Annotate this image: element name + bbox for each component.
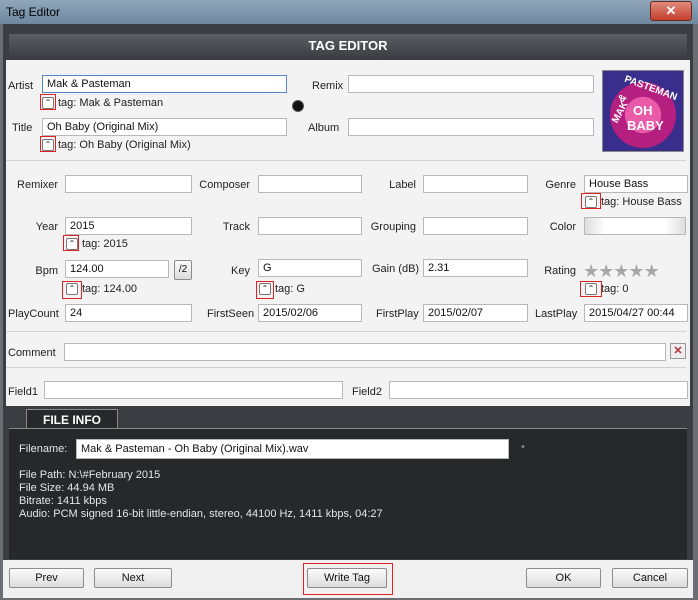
art-text-oh: OH (633, 103, 653, 118)
lastplay-input[interactable]: 2015/04/27 00:44 (584, 304, 688, 322)
bpm-input[interactable]: 124.00 (65, 260, 169, 278)
remixer-label: Remixer (17, 179, 58, 191)
file-audio: Audio: PCM signed 16-bit little-endian, … (19, 508, 383, 520)
bpm-tag-highlight (62, 281, 82, 299)
album-input[interactable] (348, 118, 594, 136)
art-text-baby: BABY (627, 118, 664, 133)
year-tag-highlight (63, 235, 79, 251)
section-divider (6, 160, 686, 161)
star-icon[interactable]: ★ (613, 261, 629, 281)
field1-label: Field1 (8, 386, 38, 398)
next-button[interactable]: Next (94, 568, 172, 588)
year-input[interactable]: 2015 (65, 217, 192, 235)
firstseen-input[interactable]: 2015/02/06 (258, 304, 362, 322)
rating-tag-text: tag: 0 (601, 283, 629, 295)
track-input[interactable] (258, 217, 362, 235)
field2-label: Field2 (352, 386, 382, 398)
label-label: Label (389, 179, 416, 191)
firstplay-input[interactable]: 2015/02/07 (423, 304, 528, 322)
color-picker[interactable] (584, 217, 686, 235)
close-button[interactable]: ✕ (650, 1, 692, 21)
album-label: Album (308, 122, 340, 134)
gain-label: Gain (dB) (372, 263, 420, 275)
remixer-input[interactable] (65, 175, 192, 193)
field1-input[interactable] (44, 381, 343, 399)
key-tag-text: tag: G (275, 283, 305, 295)
rating-stars[interactable]: ★★★★★ (583, 261, 660, 282)
title-tag-text: tag: Oh Baby (Original Mix) (58, 139, 191, 151)
file-info-panel: Filename: Mak & Pasteman - Oh Baby (Orig… (9, 428, 687, 559)
window-titlebar: Tag Editor ✕ (0, 0, 698, 24)
artist-label: Artist (8, 80, 34, 92)
title-tag-highlight (40, 136, 56, 152)
grouping-input[interactable] (423, 217, 528, 235)
artist-tag-highlight (40, 94, 56, 110)
album-artwork[interactable]: MAK & PASTEMAN OH BABY (602, 70, 684, 152)
bpm-half-button[interactable]: /2 (174, 260, 192, 280)
rating-label: Rating (544, 265, 576, 277)
genre-tag-highlight (581, 193, 601, 209)
composer-input[interactable] (258, 175, 362, 193)
file-path: File Path: N:\#February 2015 (19, 469, 161, 481)
write-tag-highlight (303, 563, 393, 595)
bpm-tag-text: tag: 124.00 (82, 283, 138, 295)
file-info-tab[interactable]: FILE INFO (26, 409, 118, 430)
status-dot (292, 100, 304, 112)
key-input[interactable]: G (258, 259, 362, 277)
genre-input[interactable]: House Bass (584, 175, 688, 193)
bpm-label: Bpm (35, 265, 58, 277)
star-icon[interactable]: ★ (628, 261, 644, 281)
label-input[interactable] (423, 175, 528, 193)
filename-label: Filename: (19, 443, 68, 455)
ok-button[interactable]: OK (526, 568, 601, 588)
window-title: Tag Editor (6, 5, 61, 19)
field2-input[interactable] (389, 381, 688, 399)
comment-label: Comment (8, 347, 56, 359)
remix-input[interactable] (348, 75, 594, 93)
color-label: Color (549, 221, 576, 233)
art-text-pasteman: PASTEMAN (622, 73, 679, 104)
title-label: Title (12, 122, 33, 134)
artist-tag-text: tag: Mak & Pasteman (58, 97, 164, 109)
remix-label: Remix (312, 80, 344, 92)
star-icon[interactable]: ★ (583, 261, 599, 281)
firstseen-label: FirstSeen (207, 308, 255, 320)
gain-input[interactable]: 2.31 (423, 259, 528, 277)
filename-dot-icon: • (521, 441, 525, 453)
artist-input[interactable]: Mak & Pasteman (42, 75, 287, 93)
firstplay-label: FirstPlay (376, 308, 419, 320)
key-tag-highlight (256, 281, 274, 299)
comment-input[interactable] (64, 343, 666, 361)
clear-comment-icon[interactable]: ✕ (670, 343, 686, 359)
genre-label: Genre (545, 179, 576, 191)
file-size: File Size: 44.94 MB (19, 482, 115, 494)
genre-tag-text: tag: House Bass (601, 196, 682, 208)
playcount-label: PlayCount (8, 308, 59, 320)
tag-editor-header: TAG EDITOR (9, 34, 687, 58)
year-label: Year (35, 221, 58, 233)
title-tag: ⌃ tag: Oh Baby (Original Mix) (42, 138, 191, 152)
key-label: Key (231, 265, 250, 277)
artist-tag: ⌃ tag: Mak & Pasteman (42, 96, 163, 110)
star-icon[interactable]: ★ (644, 261, 660, 281)
prev-button[interactable]: Prev (9, 568, 84, 588)
cancel-button[interactable]: Cancel (612, 568, 688, 588)
title-input[interactable]: Oh Baby (Original Mix) (42, 118, 287, 136)
year-tag-text: tag: 2015 (82, 238, 128, 250)
grouping-label: Grouping (370, 221, 416, 233)
track-label: Track (222, 221, 250, 233)
lastplay-label: LastPlay (535, 308, 578, 320)
file-bitrate: Bitrate: 1411 kbps (19, 495, 107, 507)
playcount-input[interactable]: 24 (65, 304, 192, 322)
composer-label: Composer (199, 179, 250, 191)
filename-input[interactable]: Mak & Pasteman - Oh Baby (Original Mix).… (76, 439, 509, 459)
section-divider (6, 367, 686, 368)
section-divider (6, 331, 686, 332)
rating-tag-highlight (580, 281, 602, 297)
star-icon[interactable]: ★ (598, 261, 614, 281)
